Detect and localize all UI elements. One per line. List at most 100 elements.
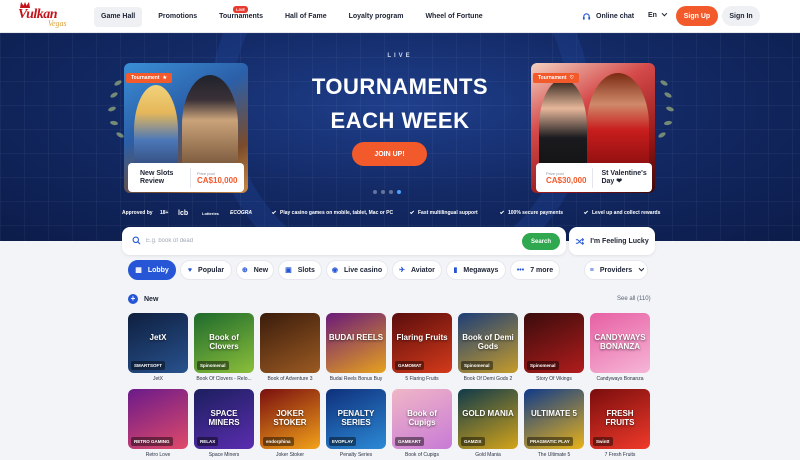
plus-icon: ⊕ — [241, 267, 248, 274]
game-name[interactable]: Book of Cupigs — [390, 452, 454, 458]
provider-badge: Spinomenal — [527, 361, 559, 370]
game-name[interactable]: The Ultimate 5 — [522, 452, 586, 458]
check-icon — [499, 209, 505, 215]
search-input[interactable] — [146, 233, 526, 249]
check-icon — [409, 209, 415, 215]
tab-lobby[interactable]: ▦ Lobby — [128, 260, 176, 280]
game-tile[interactable]: Book of Cupigs GAMEART — [392, 389, 452, 449]
game-name[interactable]: Candyways Bonanza — [588, 376, 652, 382]
live-icon: ◉ — [331, 267, 338, 274]
game-tile[interactable]: FRESH FRUITS Swintt — [590, 389, 650, 449]
hero-title-line1: TOURNAMENTS — [311, 74, 489, 99]
game-tile[interactable]: JOKER STOKER endorphina — [260, 389, 320, 449]
game-art-title: JOKER STOKER — [273, 409, 307, 427]
game-name[interactable]: Retro Love — [126, 452, 190, 458]
nav-tournaments[interactable]: LIVE Tournaments — [219, 0, 263, 33]
game-tile[interactable]: Book of Demi Gods Spinomenal — [458, 313, 518, 373]
promo-info-left[interactable]: New Slots Review Prize pool CA$10,000 — [128, 163, 244, 192]
sign-up-button[interactable]: Sign Up — [676, 6, 718, 26]
game-tile[interactable]: PENALTY SERIES EVOPLAY — [326, 389, 386, 449]
regulator-lotteries-icon: Lotteries — [202, 210, 219, 216]
regulator-ecogra-icon: ECOGRA — [230, 210, 252, 216]
game-tile[interactable]: Spinomenal — [524, 313, 584, 373]
feeling-lucky-button[interactable]: I'm Feeling Lucky — [569, 227, 655, 255]
game-name[interactable]: Book of Adventure 3 — [258, 376, 322, 382]
online-chat-link[interactable]: Online chat — [582, 0, 634, 33]
nav-hall-of-fame[interactable]: Hall of Fame — [285, 0, 327, 33]
headset-icon — [582, 13, 591, 20]
game-tile[interactable]: Flaring Fruits GAMOMAT — [392, 313, 452, 373]
game-name[interactable]: Space Miners — [192, 452, 256, 458]
game-tile[interactable]: ULTIMATE 5 PRAGMATIC PLAY — [524, 389, 584, 449]
carousel-dot-active[interactable] — [397, 190, 401, 194]
game-art-title: CANDYWAYS BONANZA — [594, 333, 646, 351]
see-all-link[interactable]: See all (110) — [617, 296, 651, 302]
game-name[interactable]: Book Of Demi Gods 2 — [456, 376, 520, 382]
tab-popular[interactable]: ♥ Popular — [180, 260, 232, 280]
game-tile[interactable]: RETRO GAMING — [128, 389, 188, 449]
top-header: Vulkan Vegas Game Hall Promotions LIVE T… — [0, 0, 800, 33]
game-name[interactable]: JetX — [126, 376, 190, 382]
promo-name: St Valentine's Day ❤ — [601, 169, 647, 185]
feature-payments: 100% secure payments — [499, 209, 563, 216]
check-icon — [583, 209, 589, 215]
game-art-title: Flaring Fruits — [396, 333, 448, 342]
regulator-18plus-icon: 18+ — [160, 210, 169, 216]
game-tile[interactable]: CANDYWAYS BONANZA — [590, 313, 650, 373]
join-up-button[interactable]: JOIN UP! — [352, 142, 427, 166]
hero-eyebrow: LIVE — [387, 53, 413, 59]
nav-promotions[interactable]: Promotions — [158, 0, 197, 33]
feature-label: Level up and collect rewards — [592, 210, 661, 216]
game-tile[interactable]: Book of Clovers Spinomenal — [194, 313, 254, 373]
chevron-down-icon — [661, 10, 668, 17]
check-icon — [271, 209, 277, 215]
trust-bar: Approved by 18+ lcb Lotteries ECOGRA Pla… — [0, 209, 800, 223]
tab-aviator[interactable]: ✈ Aviator — [392, 260, 442, 280]
game-name[interactable]: Penalty Series — [324, 452, 388, 458]
tab-megaways[interactable]: ▮ Megaways — [446, 260, 506, 280]
feature-rewards: Level up and collect rewards — [583, 209, 661, 216]
search-button[interactable]: Search — [522, 233, 560, 250]
tab-live-casino[interactable]: ◉ Live casino — [326, 260, 388, 280]
plus-icon: + — [128, 294, 138, 304]
carousel-dot[interactable] — [381, 190, 385, 194]
game-name[interactable]: Story Of Vikings — [522, 376, 586, 382]
nav-wheel-of-fortune[interactable]: Wheel of Fortune — [425, 0, 482, 33]
sign-in-button[interactable]: Sign In — [722, 6, 760, 26]
game-tile[interactable] — [260, 313, 320, 373]
game-tile[interactable]: SPACE MINERS RELAX — [194, 389, 254, 449]
game-tile[interactable]: JetX SMARTSOFT — [128, 313, 188, 373]
tab-label: Slots — [297, 266, 315, 274]
filter-icon: ≡ — [589, 266, 594, 274]
nav-loyalty-program[interactable]: Loyalty program — [349, 0, 404, 33]
game-name[interactable]: 5 Flaring Fruits — [390, 376, 454, 382]
game-tile[interactable]: GOLD MANIA GAMZIX — [458, 389, 518, 449]
providers-dropdown[interactable]: ≡ Providers — [584, 260, 648, 280]
game-name[interactable]: 7 Fresh Fruits — [588, 452, 652, 458]
brand-logo[interactable]: Vulkan Vegas — [18, 2, 72, 30]
tab-label: Live casino — [343, 266, 383, 274]
prize-value: CA$30,000 — [546, 175, 587, 185]
game-name[interactable]: Gold Mania — [456, 452, 520, 458]
language-select[interactable]: En — [648, 10, 668, 19]
promo-info-right[interactable]: Prize pool CA$30,000 St Valentine's Day … — [536, 163, 652, 192]
nav-game-hall[interactable]: Game Hall — [94, 6, 143, 27]
prize-value: CA$10,000 — [197, 175, 238, 185]
tab-new[interactable]: ⊕ New — [236, 260, 274, 280]
tab-label: Megaways — [463, 266, 499, 274]
game-tile[interactable]: BUDAI REELS — [326, 313, 386, 373]
live-badge: LIVE — [233, 6, 249, 13]
approved-label: Approved by — [122, 210, 153, 216]
section-header-new: + New — [128, 294, 158, 304]
tab-slots[interactable]: ▣ Slots — [278, 260, 322, 280]
language-value: En — [648, 12, 657, 19]
tab-more[interactable]: ••• 7 more — [510, 260, 560, 280]
provider-badge: PRAGMATIC PLAY — [527, 437, 573, 446]
game-name[interactable]: Joker Stoker — [258, 452, 322, 458]
game-name[interactable]: Book Of Clovers - Relo... — [192, 376, 256, 382]
shuffle-icon — [576, 237, 585, 245]
search-bar — [122, 227, 566, 255]
game-name[interactable]: Budai Reels Bonus Buy — [324, 376, 388, 382]
carousel-dot[interactable] — [389, 190, 393, 194]
carousel-dot[interactable] — [373, 190, 377, 194]
